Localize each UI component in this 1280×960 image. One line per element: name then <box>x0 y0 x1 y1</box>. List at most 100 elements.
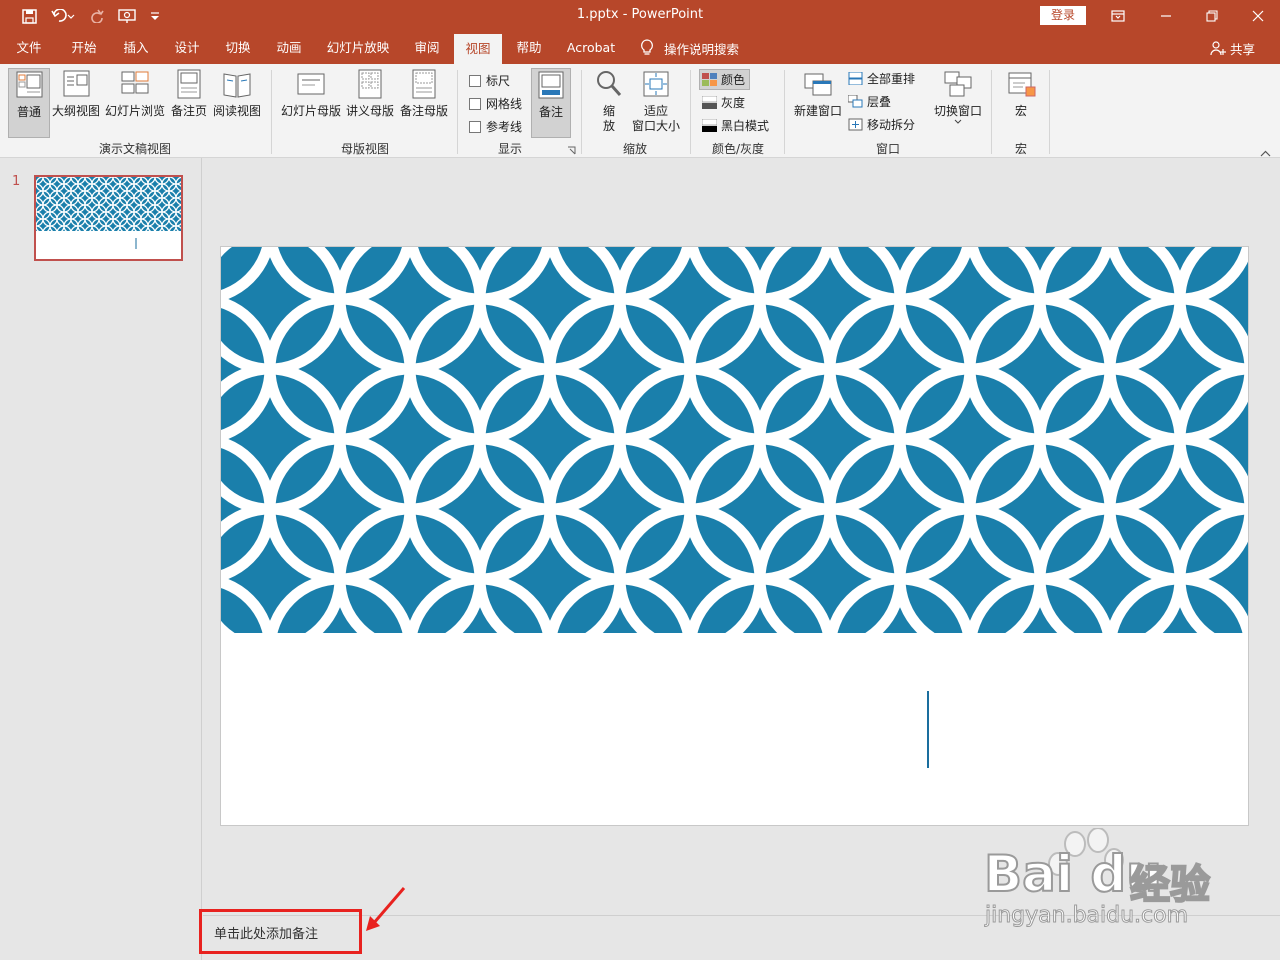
thumbnail-pattern <box>36 177 181 259</box>
gridlines-label: 网格线 <box>486 97 523 111</box>
cascade-label: 层叠 <box>867 95 892 109</box>
watermark-brand-cn: 经验 <box>1129 861 1211 909</box>
tab-slideshow[interactable]: 幻灯片放映 <box>322 32 394 64</box>
tab-help[interactable]: 帮助 <box>507 32 551 64</box>
minimize-icon[interactable] <box>1148 4 1184 28</box>
slide-background-pattern <box>221 247 1248 633</box>
master-views-group-label: 母版视图 <box>340 142 389 156</box>
switch-windows-label: 切换窗口 <box>933 104 982 118</box>
macros-button[interactable]: 宏 <box>1000 68 1042 138</box>
guides-checkbox-box[interactable] <box>469 120 481 133</box>
close-icon[interactable] <box>1240 4 1276 28</box>
slide-number: 1 <box>12 174 21 189</box>
gridlines-checkbox-box[interactable] <box>469 97 481 110</box>
macros-icon <box>1008 72 1036 97</box>
notes-toggle-button[interactable]: 备注 <box>531 68 571 138</box>
outline-view-label: 大纲视图 <box>52 104 101 118</box>
outline-view-icon <box>63 70 90 97</box>
black-white-button[interactable]: 黑白模式 <box>702 117 769 134</box>
tab-insert[interactable]: 插入 <box>114 32 158 64</box>
group-separator <box>581 70 582 154</box>
color-mode-button[interactable]: 颜色 <box>699 69 751 90</box>
slide-sorter-button[interactable]: 幻灯片浏览 <box>103 68 167 138</box>
tell-me-search[interactable]: 操作说明搜索 <box>640 32 739 64</box>
switch-windows-icon <box>944 71 972 97</box>
zoom-group-label: 缩放 <box>622 142 647 156</box>
guides-label: 参考线 <box>486 120 523 134</box>
show-dialog-launcher-icon[interactable] <box>567 144 576 158</box>
tab-transitions[interactable]: 切换 <box>216 32 260 64</box>
group-separator <box>1049 70 1050 154</box>
cascade-button[interactable]: 层叠 <box>848 93 891 110</box>
group-separator <box>690 70 691 154</box>
group-separator <box>457 70 458 154</box>
gridlines-checkbox[interactable]: 网格线 <box>469 95 522 112</box>
share-label: 共享 <box>1230 41 1256 57</box>
zoom-button[interactable]: 缩 放 <box>590 68 628 138</box>
show-group-label: 显示 <box>497 142 522 156</box>
slide-sorter-icon <box>121 71 149 94</box>
ruler-checkbox-box[interactable] <box>469 74 481 87</box>
arrange-all-button[interactable]: 全部重排 <box>848 70 915 87</box>
grayscale-button[interactable]: 灰度 <box>702 94 745 111</box>
magnifier-icon <box>597 71 622 96</box>
arrange-all-label: 全部重排 <box>867 72 916 86</box>
notes-master-button[interactable]: 备注母版 <box>398 68 450 138</box>
collapse-ribbon-icon[interactable] <box>1260 146 1271 160</box>
tab-view[interactable]: 视图 <box>454 34 502 64</box>
group-separator <box>271 70 272 154</box>
group-separator <box>784 70 785 154</box>
tab-design[interactable]: 设计 <box>165 32 209 64</box>
slide-master-button[interactable]: 幻灯片母版 <box>280 68 342 138</box>
guides-checkbox[interactable]: 参考线 <box>469 118 522 135</box>
new-window-label: 新建窗口 <box>793 104 842 118</box>
outline-view-button[interactable]: 大纲视图 <box>52 68 100 138</box>
color-group-label: 颜色/灰度 <box>711 142 765 156</box>
slide-sorter-label: 幻灯片浏览 <box>104 104 165 118</box>
reading-view-button[interactable]: 阅读视图 <box>211 68 263 138</box>
tab-file[interactable]: 文件 <box>8 32 50 64</box>
cascade-icon <box>848 95 863 108</box>
window-group-label: 窗口 <box>875 142 900 156</box>
macros-group-label: 宏 <box>1014 142 1027 156</box>
tab-animations[interactable]: 动画 <box>267 32 311 64</box>
move-split-icon <box>848 118 863 131</box>
notes-page-icon <box>177 69 201 99</box>
watermark-url: jingyan.baidu.com <box>984 903 1189 929</box>
zoom-label-1: 缩 <box>602 104 615 118</box>
handout-master-button[interactable]: 讲义母版 <box>344 68 396 138</box>
lightbulb-icon <box>641 39 653 55</box>
tab-acrobat[interactable]: Acrobat <box>560 32 622 64</box>
normal-view-button[interactable]: 普通 <box>8 68 50 138</box>
tab-home[interactable]: 开始 <box>62 32 106 64</box>
slide-thumbnail[interactable] <box>34 175 183 261</box>
share-button[interactable]: 共享 <box>1210 32 1255 64</box>
ribbon-tabs: 文件 开始 插入 设计 切换 动画 幻灯片放映 审阅 视图 帮助 Acrobat… <box>0 32 1280 64</box>
new-window-button[interactable]: 新建窗口 <box>792 68 844 138</box>
text-cursor <box>927 691 929 768</box>
presentation-views-group-label: 演示文稿视图 <box>98 142 171 156</box>
move-split-button[interactable]: 移动拆分 <box>848 116 915 133</box>
notes-master-label: 备注母版 <box>399 104 448 118</box>
switch-windows-button[interactable]: 切换窗口 <box>931 68 985 138</box>
notes-page-button[interactable]: 备注页 <box>169 68 209 138</box>
login-button[interactable]: 登录 <box>1040 6 1086 25</box>
color-label: 颜色 <box>721 73 746 87</box>
ruler-checkbox[interactable]: 标尺 <box>469 72 510 89</box>
notes-master-icon <box>412 69 436 99</box>
grayscale-label: 灰度 <box>721 96 746 110</box>
fit-window-label-1: 适应 <box>643 104 668 118</box>
ribbon: 普通 大纲视图 幻灯片浏览 备注页 阅读视图 演示文稿视图 幻灯片母版 讲义母版… <box>0 64 1280 158</box>
fit-window-icon <box>643 71 669 97</box>
black-white-label: 黑白模式 <box>721 119 770 133</box>
fit-window-label-2: 窗口大小 <box>631 119 680 133</box>
fit-to-window-button[interactable]: 适应 窗口大小 <box>630 68 682 138</box>
annotation-arrow-icon <box>366 887 406 931</box>
slide-thumbnail-pane: 1 <box>0 158 202 960</box>
ribbon-display-options-icon[interactable] <box>1100 4 1136 28</box>
slide-master-icon <box>297 73 325 95</box>
black-white-icon <box>702 119 717 132</box>
tab-review[interactable]: 审阅 <box>405 32 449 64</box>
restore-icon[interactable] <box>1194 4 1230 28</box>
slide-canvas[interactable] <box>220 246 1249 826</box>
